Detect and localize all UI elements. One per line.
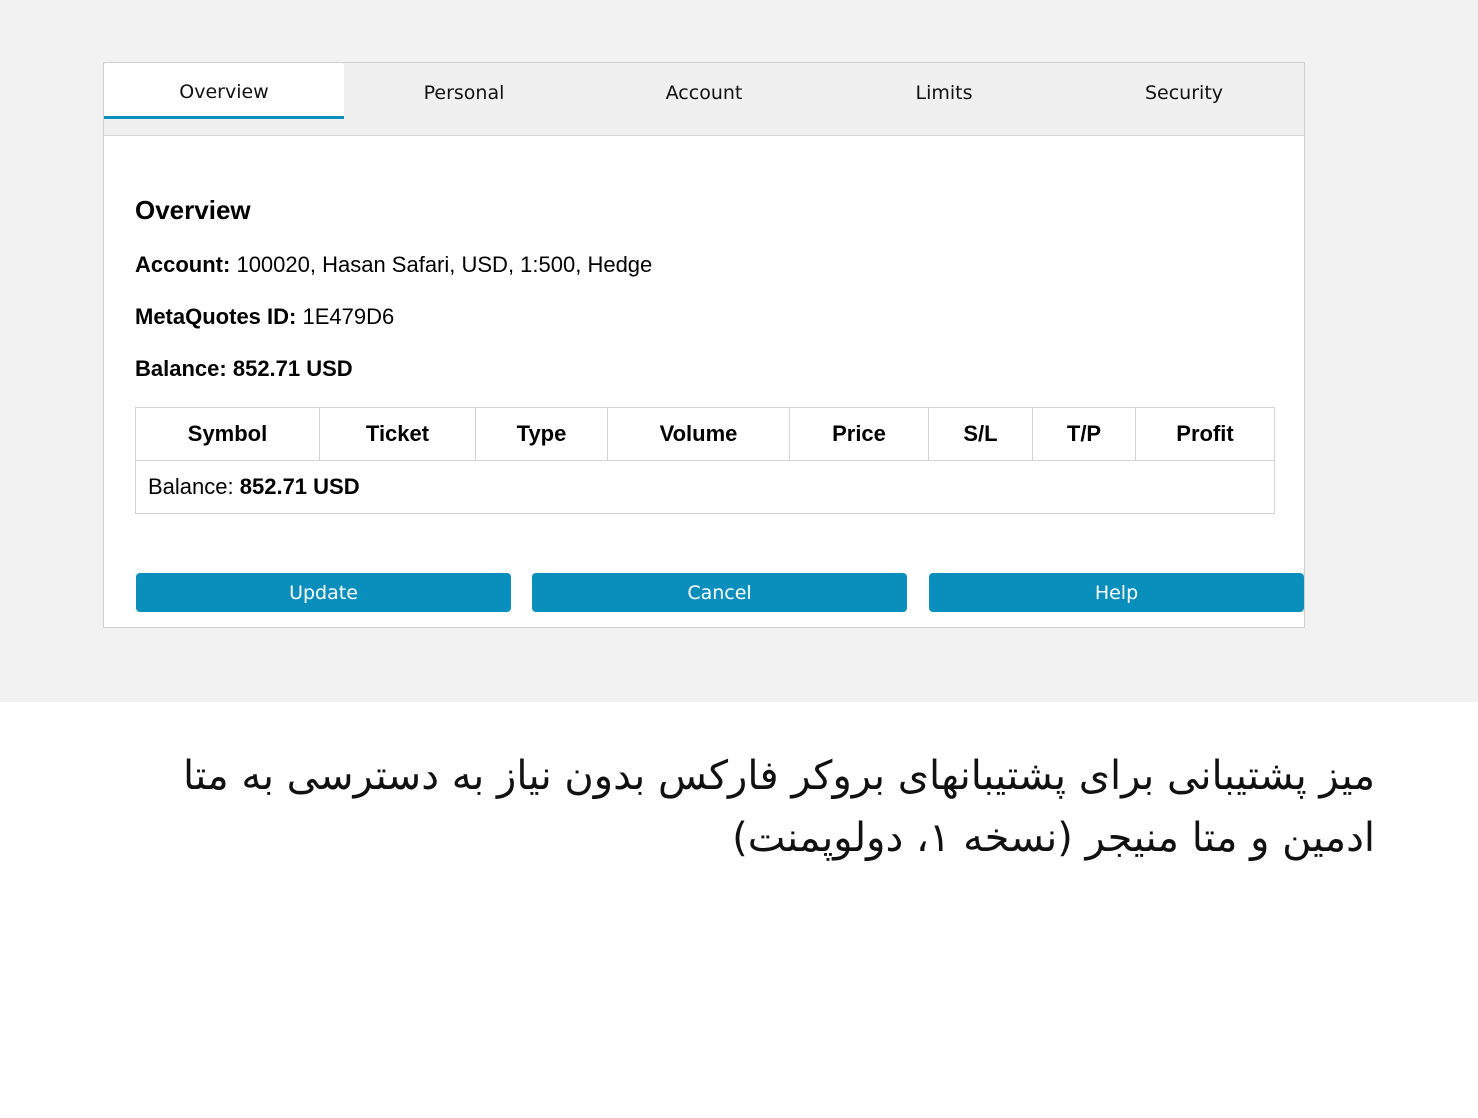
account-info: Account: 100020, Hasan Safari, USD, 1:50… — [135, 252, 652, 278]
update-button[interactable]: Update — [136, 573, 511, 612]
metaquotes-info: MetaQuotes ID: 1E479D6 — [135, 304, 394, 330]
button-row: Update Cancel Help — [136, 573, 1306, 613]
column-header-sl: S/L — [928, 407, 1033, 461]
tab-account[interactable]: Account — [584, 63, 824, 119]
cancel-button[interactable]: Cancel — [532, 573, 907, 612]
tab-bar: Overview Personal Account Limits Securit… — [104, 63, 1304, 136]
balance-label: Balance: — [135, 356, 227, 381]
table-row: Balance: 852.71 USD — [135, 460, 1275, 514]
table-header-row: Symbol Ticket Type Volume Price S/L T/P … — [135, 407, 1275, 461]
account-value: 100020, Hasan Safari, USD, 1:500, Hedge — [236, 252, 653, 277]
tab-personal[interactable]: Personal — [344, 63, 584, 119]
balance-value: 852.71 USD — [232, 356, 353, 381]
positions-table: Symbol Ticket Type Volume Price S/L T/P … — [135, 407, 1275, 514]
column-header-ticket: Ticket — [319, 407, 476, 461]
tab-limits[interactable]: Limits — [824, 63, 1064, 119]
column-header-volume: Volume — [607, 407, 790, 461]
screenshot-background: Overview Personal Account Limits Securit… — [0, 0, 1478, 702]
column-header-profit: Profit — [1135, 407, 1275, 461]
help-button[interactable]: Help — [929, 573, 1304, 612]
balance-footer-cell: Balance: 852.71 USD — [135, 460, 1275, 514]
account-label: Account: — [135, 252, 231, 277]
column-header-type: Type — [475, 407, 608, 461]
metaquotes-label: MetaQuotes ID: — [135, 304, 297, 329]
tab-overview[interactable]: Overview — [104, 63, 344, 119]
column-header-price: Price — [789, 407, 929, 461]
balance-footer-label: Balance: — [148, 474, 234, 499]
account-panel: Overview Personal Account Limits Securit… — [103, 62, 1305, 628]
metaquotes-value: 1E479D6 — [302, 304, 395, 329]
balance-info: Balance: 852.71 USD — [135, 356, 353, 382]
tab-security[interactable]: Security — [1064, 63, 1304, 119]
column-header-tp: T/P — [1032, 407, 1136, 461]
section-title: Overview — [135, 195, 251, 225]
caption-text: میز پشتیبانی برای پشتیبانهای بروکر فارکس… — [182, 753, 1375, 861]
column-header-symbol: Symbol — [135, 407, 320, 461]
balance-footer-value: 852.71 USD — [239, 474, 360, 499]
